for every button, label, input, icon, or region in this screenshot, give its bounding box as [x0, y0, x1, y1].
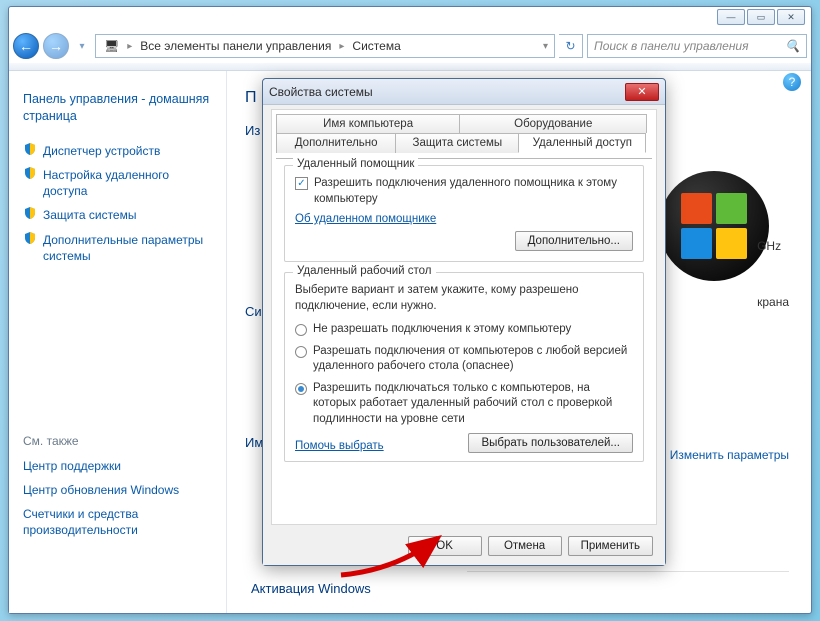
address-dropdown-icon[interactable]: ▾: [539, 41, 552, 52]
sidebar-item-system-protection[interactable]: Защита системы: [23, 203, 212, 227]
checkbox-label: Разрешить подключения удаленного помощни…: [314, 176, 633, 207]
sidebar-extra-action-center[interactable]: Центр поддержки: [23, 454, 212, 478]
dialog-titlebar[interactable]: Свойства системы ✕: [263, 79, 665, 105]
change-settings-link[interactable]: Изменить параметры: [653, 447, 789, 465]
ok-button[interactable]: OK: [408, 536, 482, 556]
apply-button[interactable]: Применить: [568, 536, 653, 556]
cancel-button[interactable]: Отмена: [488, 536, 562, 556]
sidebar-extra-performance[interactable]: Счетчики и средства производительности: [23, 502, 212, 542]
select-users-button[interactable]: Выбрать пользователей...: [468, 433, 633, 453]
see-also-heading: См. также: [23, 434, 212, 448]
radio-allow-nla-only[interactable]: Разрешить подключаться только с компьюте…: [295, 381, 633, 428]
radio-allow-any-version[interactable]: Разрешать подключения от компьютеров с л…: [295, 344, 633, 375]
group-description: Выберите вариант и затем укажите, кому р…: [295, 283, 633, 314]
sidebar-item-remote-settings[interactable]: Настройка удаленного доступа: [23, 163, 212, 203]
nav-back-button[interactable]: ←: [13, 33, 39, 59]
tab-hardware[interactable]: Оборудование: [459, 114, 647, 133]
spec-ekrana: крана: [757, 295, 789, 309]
dialog-footer: OK Отмена Применить: [263, 527, 665, 565]
shield-icon: [23, 206, 37, 220]
spec-ghz: GHz: [757, 239, 789, 253]
group-legend: Удаленный помощник: [293, 158, 418, 170]
breadcrumb-seg-control-panel[interactable]: Все элементы панели управления: [134, 37, 337, 55]
tab-remote[interactable]: Удаленный доступ: [518, 133, 646, 153]
group-legend: Удаленный рабочий стол: [293, 265, 436, 277]
window-close-button[interactable]: ✕: [777, 9, 805, 25]
address-bar[interactable]: 🖥 ▸ Все элементы панели управления ▸ Сис…: [95, 34, 555, 58]
radio-icon: [295, 346, 307, 358]
sidebar: Панель управления - домашняя страница Ди…: [9, 71, 227, 613]
radio-label: Разрешить подключаться только с компьюте…: [313, 381, 633, 428]
activation-heading: Активация Windows: [251, 581, 371, 596]
navigation-row: ← → ▾ 🖥 ▸ Все элементы панели управления…: [13, 31, 807, 61]
maximize-button[interactable]: ▭: [747, 9, 775, 25]
sidebar-item-label: Настройка удаленного доступа: [43, 168, 169, 198]
sidebar-extra-windows-update[interactable]: Центр обновления Windows: [23, 478, 212, 502]
system-properties-dialog: Свойства системы ✕ Имя компьютера Оборуд…: [262, 78, 666, 566]
sidebar-item-device-manager[interactable]: Диспетчер устройств: [23, 139, 212, 163]
sidebar-item-label: Дополнительные параметры системы: [43, 233, 203, 263]
radio-icon: [295, 383, 307, 395]
tab-advanced[interactable]: Дополнительно: [276, 133, 396, 153]
help-choose-link[interactable]: Помочь выбрать: [295, 440, 384, 452]
dialog-close-button[interactable]: ✕: [625, 83, 659, 101]
spec-column: GHz крана: [757, 161, 789, 309]
about-remote-assistance-link[interactable]: Об удаленном помощнике: [295, 213, 436, 225]
tab-system-protection[interactable]: Защита системы: [395, 133, 519, 153]
radio-label: Не разрешать подключения к этому компьют…: [313, 322, 571, 338]
nav-history-dropdown[interactable]: ▾: [73, 36, 91, 56]
remote-desktop-group: Удаленный рабочий стол Выберите вариант …: [284, 272, 644, 462]
nav-forward-button[interactable]: →: [43, 33, 69, 59]
breadcrumb-sep-icon: ▸: [125, 41, 134, 52]
search-input[interactable]: Поиск в панели управления 🔍: [587, 34, 807, 58]
search-placeholder: Поиск в панели управления: [594, 39, 749, 53]
dialog-body: Имя компьютера Оборудование Дополнительн…: [271, 109, 657, 525]
sidebar-item-label: Защита системы: [43, 208, 136, 222]
divider: [467, 571, 789, 572]
menubar: [9, 63, 811, 71]
radio-icon: [295, 324, 307, 336]
remote-assistance-group: Удаленный помощник ✓ Разрешить подключен…: [284, 165, 644, 262]
computer-icon: 🖥: [98, 37, 125, 55]
minimize-button[interactable]: —: [717, 9, 745, 25]
refresh-button[interactable]: ↻: [559, 34, 583, 58]
windows-logo: [659, 171, 769, 281]
search-icon: 🔍: [785, 39, 800, 53]
breadcrumb-sep-icon: ▸: [337, 41, 346, 52]
sidebar-home-link[interactable]: Панель управления - домашняя страница: [23, 87, 212, 129]
breadcrumb-seg-system[interactable]: Система: [346, 37, 406, 55]
shield-icon: [23, 142, 37, 156]
sidebar-item-label: Диспетчер устройств: [43, 144, 160, 158]
help-button[interactable]: ?: [783, 73, 801, 91]
radio-deny-connections[interactable]: Не разрешать подключения к этому компьют…: [295, 322, 633, 338]
tab-computer-name[interactable]: Имя компьютера: [276, 114, 460, 133]
dialog-title: Свойства системы: [269, 85, 373, 99]
sidebar-item-advanced-system[interactable]: Дополнительные параметры системы: [23, 228, 212, 268]
shield-icon: [23, 231, 37, 245]
radio-label: Разрешать подключения от компьютеров с л…: [313, 344, 633, 375]
remote-assistance-advanced-button[interactable]: Дополнительно...: [515, 231, 633, 251]
allow-remote-assistance-checkbox[interactable]: ✓: [295, 177, 308, 190]
shield-icon: [23, 166, 37, 180]
dialog-tabs: Имя компьютера Оборудование Дополнительн…: [272, 110, 656, 153]
remote-tab-panel: Удаленный помощник ✓ Разрешить подключен…: [276, 158, 652, 520]
window-controls: — ▭ ✕: [717, 9, 805, 25]
